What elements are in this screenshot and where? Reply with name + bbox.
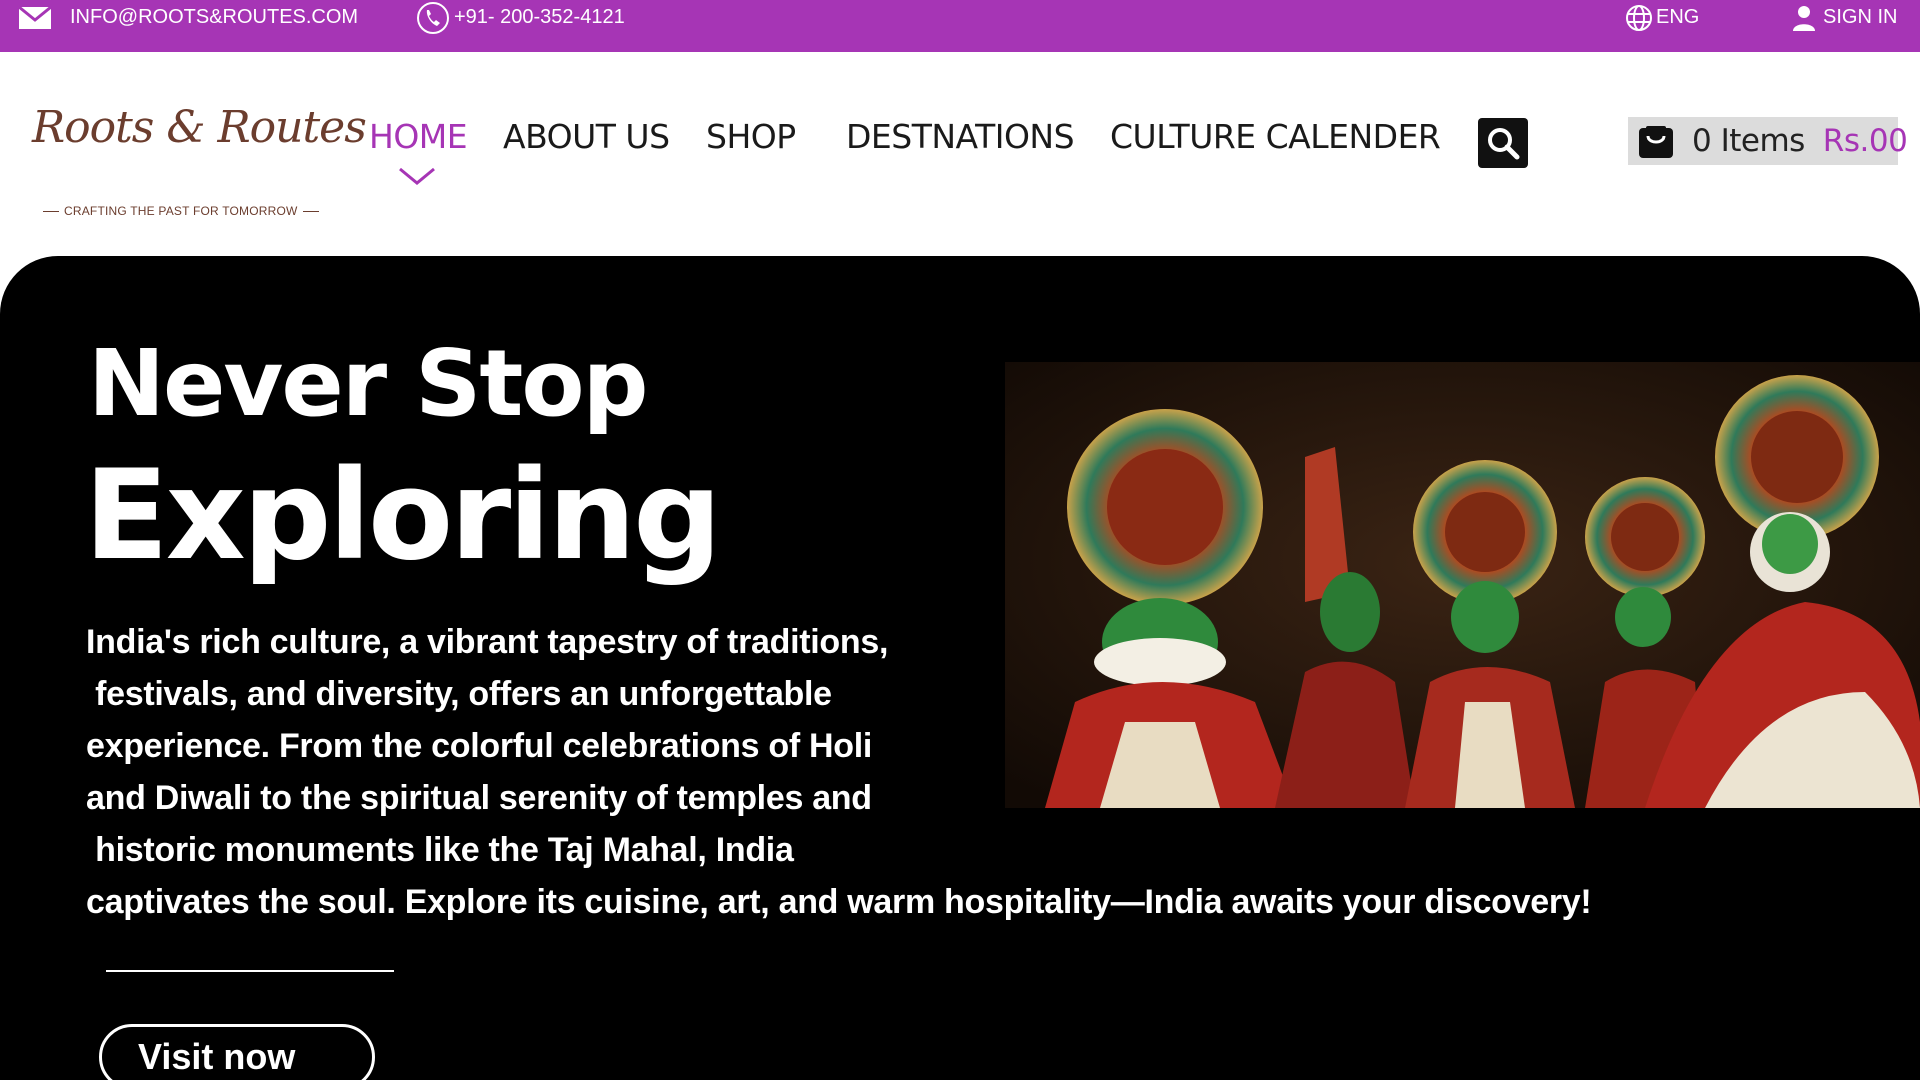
- phone-contact[interactable]: +91- 200-352-4121: [416, 0, 625, 35]
- hero-title-line1: Never Stop: [88, 330, 648, 437]
- logo-title: Roots & Routes: [32, 102, 367, 153]
- visit-now-button[interactable]: Visit now: [99, 1024, 375, 1080]
- nav-culture-calender[interactable]: CULTURE CALENDER: [1110, 117, 1441, 157]
- user-icon: [1793, 5, 1815, 31]
- cart-bag-wrap: [1636, 122, 1676, 160]
- phone-icon: [417, 1, 449, 34]
- language-selector[interactable]: ENG: [1625, 0, 1699, 35]
- nav-home[interactable]: HOME: [369, 117, 468, 157]
- shopping-bag-icon: [1639, 126, 1673, 158]
- email-contact[interactable]: INFO@ROOTS&ROUTES.COM: [18, 0, 358, 35]
- signin-text: SIGN IN: [1823, 6, 1898, 28]
- search-button[interactable]: [1478, 118, 1528, 168]
- hero-description-line: captivates the soul. Explore its cuisine…: [86, 883, 1592, 921]
- nav-destinations[interactable]: DESTNATIONS: [846, 117, 1075, 157]
- cart-widget[interactable]: 0 Items Rs.00: [1628, 117, 1908, 165]
- hero-description-line: festivals, and diversity, offers an unfo…: [86, 675, 832, 713]
- hero-section: Never Stop Exploring India's rich cultur…: [0, 256, 1920, 1080]
- nav-about-us[interactable]: ABOUT US: [503, 117, 670, 157]
- hero-description-line: and Diwali to the spiritual serenity of …: [86, 779, 872, 817]
- globe-icon: [1626, 4, 1652, 31]
- site-logo[interactable]: Roots & Routes CRAFTING THE PAST FOR TOM…: [30, 102, 367, 222]
- hero-title-line2: Exploring: [84, 444, 722, 588]
- phone-text: +91- 200-352-4121: [454, 6, 625, 28]
- hero-description-line: experience. From the colorful celebratio…: [86, 727, 873, 765]
- hero-divider: [106, 970, 394, 972]
- nav-shop[interactable]: SHOP: [706, 117, 796, 157]
- email-text: INFO@ROOTS&ROUTES.COM: [70, 6, 359, 28]
- hero-description: India's rich culture, a vibrant tapestry…: [86, 616, 1686, 928]
- logo-tagline: CRAFTING THE PAST FOR TOMORROW: [38, 204, 324, 218]
- hero-description-line: historic monuments like the Taj Mahal, I…: [86, 831, 794, 869]
- top-contact-bar: INFO@ROOTS&ROUTES.COM +91- 200-352-4121 …: [0, 0, 1920, 52]
- cart-total: Rs.00: [1822, 123, 1908, 159]
- hero-description-line: India's rich culture, a vibrant tapestry…: [86, 623, 889, 661]
- signin-link[interactable]: SIGN IN: [1793, 0, 1897, 35]
- language-text: ENG: [1656, 6, 1700, 28]
- cart-count: 0 Items: [1692, 123, 1805, 159]
- chevron-down-icon: [399, 167, 435, 185]
- search-icon: [1488, 128, 1520, 160]
- mail-icon: [18, 5, 52, 29]
